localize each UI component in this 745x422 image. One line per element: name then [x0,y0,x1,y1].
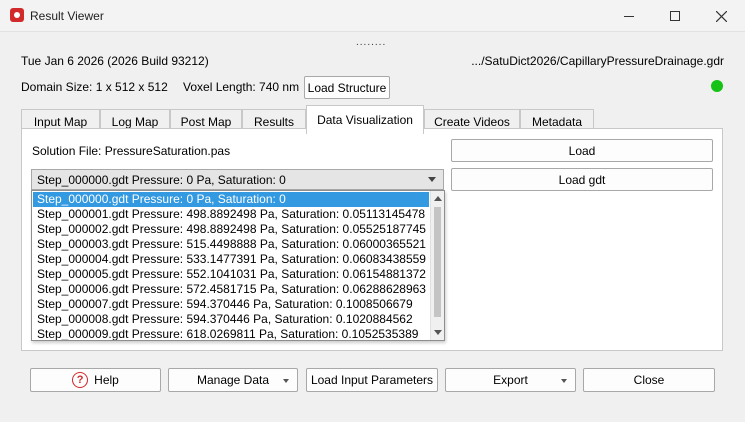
file-path-label: .../SatuDict2026/CapillaryPressureDraina… [471,54,724,68]
tab-data-visualization[interactable]: Data Visualization [306,105,424,134]
load-gdt-button[interactable]: Load gdt [451,168,713,191]
step-select-value: Step_000000.gdt Pressure: 0 Pa, Saturati… [37,172,286,187]
build-date-label: Tue Jan 6 2026 (2026 Build 93212) [21,54,209,68]
chevron-down-icon [428,177,436,182]
export-label: Export [493,373,528,387]
manage-data-label: Manage Data [196,373,270,387]
help-button-label: Help [94,373,119,387]
help-button[interactable]: ? Help [30,368,161,392]
title-bar: Result Viewer [0,0,745,32]
app-logo-icon [10,8,24,22]
window-title: Result Viewer [30,9,104,23]
dropdown-item[interactable]: Step_000007.gdt Pressure: 594.370446 Pa,… [33,297,429,312]
load-button[interactable]: Load [451,139,713,162]
chevron-down-icon [283,379,289,383]
dropdown-item[interactable]: Step_000005.gdt Pressure: 552.1041031 Pa… [33,267,429,282]
step-dropdown-list[interactable]: Step_000000.gdt Pressure: 0 Pa, Saturati… [31,190,445,341]
status-indicator [711,80,723,92]
dropdown-item[interactable]: Step_000008.gdt Pressure: 594.370446 Pa,… [33,312,429,327]
help-icon: ? [72,372,89,388]
maximize-icon [670,11,680,21]
dropdown-item[interactable]: Step_000002.gdt Pressure: 498.8892498 Pa… [33,222,429,237]
dropdown-item[interactable]: Step_000000.gdt Pressure: 0 Pa, Saturati… [33,192,429,207]
domain-size-label: Domain Size: 1 x 512 x 512 [21,80,168,94]
dropdown-scrollbar[interactable] [430,191,444,340]
close-window-button[interactable] [698,0,744,32]
dropdown-item[interactable]: Step_000003.gdt Pressure: 515.4498888 Pa… [33,237,429,252]
minimize-button[interactable] [606,0,652,32]
load-structure-button[interactable]: Load Structure [304,76,390,99]
solution-file-label: Solution File: PressureSaturation.pas [32,144,231,158]
dropdown-item[interactable]: Step_000009.gdt Pressure: 618.0269811 Pa… [33,327,429,340]
chevron-down-icon [561,379,567,383]
manage-data-button[interactable]: Manage Data [168,368,298,392]
step-select[interactable]: Step_000000.gdt Pressure: 0 Pa, Saturati… [31,169,444,190]
splitter-grip[interactable]: ........ [356,37,386,48]
export-button[interactable]: Export [445,368,576,392]
scroll-up-icon[interactable] [434,196,442,201]
close-button[interactable]: Close [583,368,715,392]
close-icon [715,10,727,22]
scrollbar-thumb[interactable] [434,207,441,317]
scroll-down-icon[interactable] [434,330,442,335]
load-input-parameters-button[interactable]: Load Input Parameters [306,368,438,392]
voxel-length-label: Voxel Length: 740 nm [183,80,300,94]
dropdown-item[interactable]: Step_000006.gdt Pressure: 572.4581715 Pa… [33,282,429,297]
dropdown-item[interactable]: Step_000004.gdt Pressure: 533.1477391 Pa… [33,252,429,267]
maximize-button[interactable] [652,0,698,32]
dropdown-item[interactable]: Step_000001.gdt Pressure: 498.8892498 Pa… [33,207,429,222]
minimize-icon [624,15,634,17]
